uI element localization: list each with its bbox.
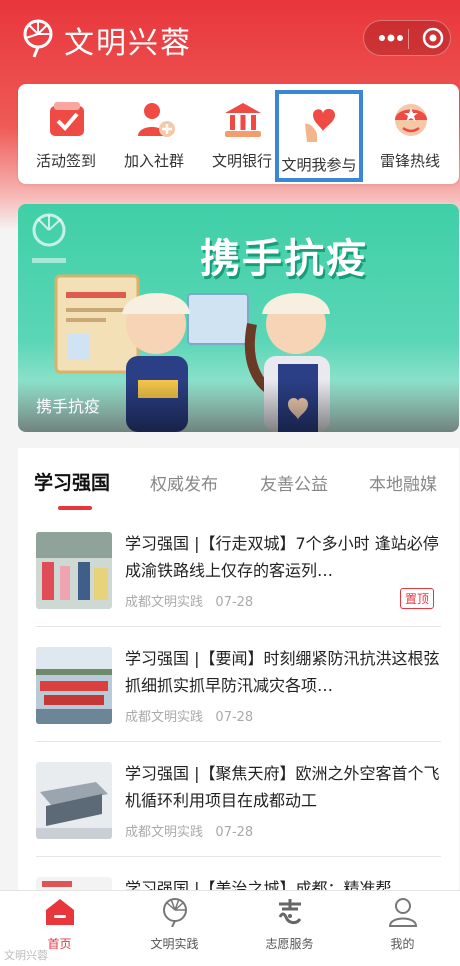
news-tabs: 学习强国 权威发布 友善公益 本地融媒 [18,448,459,513]
news-meta: 成都文明实践 07-28 [125,591,253,610]
heart-hand-icon [305,108,335,142]
news-meta: 成都文明实践 07-28 [125,706,253,725]
quick-action-participate[interactable]: 文明我参与 [275,90,363,182]
news-title: 学习强国 |【聚焦天府】欧洲之外空客首个飞机循环利用项目在成都动工 [125,764,440,810]
news-title: 学习强国 |【行走双城】7个多小时 逢站必停 成渝铁路线上仅存的客运列… [125,534,439,580]
news-date: 07-28 [215,595,254,610]
home-icon [46,899,74,925]
banner-caption: 携手抗疫 [36,397,101,416]
tabbar-label: 我的 [390,937,415,951]
capsule-divider [408,29,409,49]
quick-action-join-group[interactable]: 加入社群 [110,84,198,184]
tab-active-indicator [58,506,92,510]
quick-action-label: 雷锋热线 [379,152,440,170]
bottom-tab-bar: 首页 文明实践 志愿服务 我的 [0,890,460,966]
news-date: 07-28 [215,825,254,840]
list-item[interactable]: 学习强国 |【要闻】时刻绷紧防汛抗洪这根弦 抓细抓实抓早防汛减灾各项… 成都文明… [18,627,459,742]
tabbar-label: 文明实践 [150,937,199,951]
tab-charity[interactable]: 友善公益 [260,470,328,495]
banner-carousel[interactable]: 携手抗疫 携手抗疫 [18,204,459,432]
quick-action-label: 活动签到 [35,152,96,170]
volunteer-zhi-icon [278,899,302,925]
pinned-badge: 置顶 [400,588,435,609]
news-thumbnail [36,532,112,609]
quick-action-bank[interactable]: 文明银行 [198,84,286,184]
quick-action-label: 文明银行 [211,152,272,170]
list-item[interactable]: 学习强国 |【美治之城】成都：精准帮 [18,857,459,892]
news-thumbnail [36,647,112,724]
news-date: 07-28 [215,710,254,725]
news-meta: 成都文明实践 07-28 [125,821,253,840]
tabbar-practice[interactable]: 文明实践 [117,891,232,966]
watermark-logo-icon [32,213,66,263]
news-list: 学习强国 |【行走双城】7个多小时 逢站必停 成渝铁路线上仅存的客运列… 成都文… [18,512,459,892]
tabbar-volunteer[interactable]: 志愿服务 [232,891,347,966]
tab-local-media[interactable]: 本地融媒 [369,470,437,495]
quick-action-hotline[interactable]: 雷锋热线 [366,84,454,184]
quick-action-checkin[interactable]: 活动签到 [22,84,110,184]
mini-program-capsule[interactable] [363,20,451,56]
tab-official[interactable]: 权威发布 [150,470,218,495]
list-item[interactable]: 学习强国 |【聚焦天府】欧洲之外空客首个飞机循环利用项目在成都动工 成都文明实践… [18,742,459,857]
tabbar-mine[interactable]: 我的 [345,891,460,966]
add-user-icon [138,103,175,137]
more-dots-icon[interactable] [376,28,406,48]
quick-actions-panel: 活动签到 加入社群 文明银行 文明我参与 雷锋热线 [18,84,459,184]
news-source: 成都文明实践 [125,595,204,610]
news-thumbnail [36,762,112,839]
tabbar-label: 志愿服务 [265,937,314,951]
bank-icon [225,103,261,137]
news-source: 成都文明实践 [125,710,204,725]
news-title: 学习强国 |【要闻】时刻绷紧防汛抗洪这根弦 抓细抓实抓早防汛减灾各项… [125,649,440,695]
user-icon [388,898,418,927]
app-title: 文明兴蓉 [64,26,192,61]
watermark-text: 文明兴蓉 [4,949,48,962]
news-source: 成都文明实践 [125,825,204,840]
star-helmet-icon [395,104,427,136]
logo-icon [23,19,53,58]
tab-study[interactable]: 学习强国 [34,468,110,495]
list-item[interactable]: 学习强国 |【行走双城】7个多小时 逢站必停 成渝铁路线上仅存的客运列… 成都文… [18,512,459,627]
fan-logo-icon [163,898,187,927]
target-close-icon[interactable] [422,27,444,49]
checkbox-icon [50,102,84,136]
quick-action-label: 加入社群 [123,152,184,170]
quick-action-label: 文明我参与 [281,156,357,174]
